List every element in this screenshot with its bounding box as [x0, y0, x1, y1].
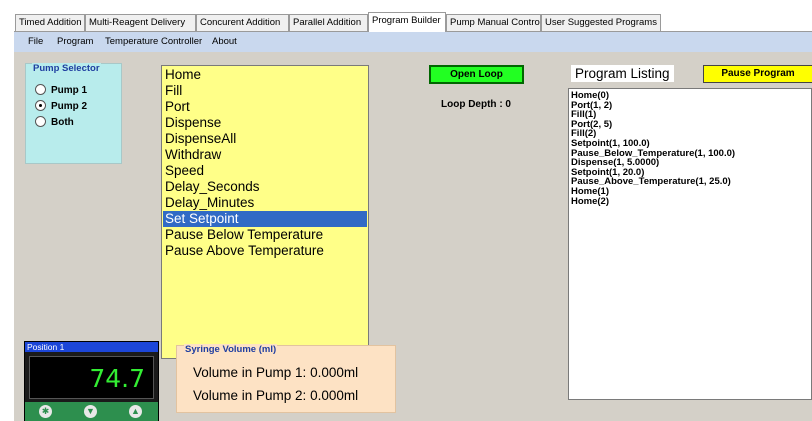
- menu-program[interactable]: Program: [57, 36, 93, 47]
- list-item[interactable]: Pause Below Temperature: [163, 227, 367, 243]
- radio-pump-2[interactable]: Pump 2: [35, 100, 87, 113]
- tab-multi-reagent-delivery[interactable]: Multi-Reagent Delivery: [85, 14, 196, 31]
- list-item[interactable]: Delay_Minutes: [163, 195, 367, 211]
- list-item[interactable]: DispenseAll: [163, 131, 367, 147]
- volume-pump-2: Volume in Pump 2: 0.000ml: [193, 388, 359, 403]
- list-item[interactable]: Dispense: [163, 115, 367, 131]
- asterisk-icon[interactable]: ✱: [39, 405, 52, 418]
- tab-strip: Timed Addition Multi-Reagent Delivery Co…: [14, 12, 812, 32]
- pause-program-button[interactable]: Pause Program: [703, 65, 812, 83]
- menu-about[interactable]: About: [212, 36, 237, 47]
- list-item[interactable]: Speed: [163, 163, 367, 179]
- radio-label: Pump 2: [51, 101, 88, 112]
- down-triangle-icon[interactable]: ▼: [84, 405, 97, 418]
- program-builder-panel: File Program Temperature Controller Abou…: [14, 31, 812, 421]
- pump-selector-group: Pump Selector Pump 1 Pump 2 Both: [25, 63, 122, 164]
- command-list[interactable]: Home Fill Port Dispense DispenseAll With…: [161, 65, 369, 359]
- controller-button-bar: ✱ ▼ ▲: [25, 402, 158, 421]
- menu-bar: File Program Temperature Controller Abou…: [14, 32, 812, 52]
- open-loop-button[interactable]: Open Loop: [429, 65, 524, 84]
- radio-pump-1[interactable]: Pump 1: [35, 84, 87, 97]
- tab-user-suggested-programs[interactable]: User Suggested Programs: [541, 14, 661, 31]
- radio-button-icon[interactable]: [35, 116, 46, 127]
- syringe-volume-group: Syringe Volume (ml) Volume in Pump 1: 0.…: [176, 344, 396, 413]
- volume-pump-1: Volume in Pump 1: 0.000ml: [193, 365, 359, 380]
- tab-pump-manual-control[interactable]: Pump Manual Control: [446, 14, 541, 31]
- list-item[interactable]: Pause Above Temperature: [163, 243, 367, 259]
- syringe-volume-title: Syringe Volume (ml): [184, 344, 278, 355]
- program-listing-box[interactable]: Home(0) Port(1, 2) Fill(1) Port(2, 5) Fi…: [568, 88, 812, 400]
- tab-parallel-addition[interactable]: Parallel Addition: [289, 14, 368, 31]
- list-item[interactable]: Withdraw: [163, 147, 367, 163]
- loop-depth-label: Loop Depth : 0: [441, 99, 511, 110]
- list-item[interactable]: Delay_Seconds: [163, 179, 367, 195]
- radio-both[interactable]: Both: [35, 116, 74, 129]
- temperature-readout: 74.7: [89, 364, 145, 393]
- list-item[interactable]: Fill: [163, 83, 367, 99]
- radio-label: Pump 1: [51, 85, 88, 96]
- radio-button-icon[interactable]: [35, 84, 46, 95]
- program-line: Home(2): [571, 195, 610, 207]
- pump-selector-title: Pump Selector: [32, 63, 101, 74]
- list-item[interactable]: Home: [163, 67, 367, 83]
- tab-timed-addition[interactable]: Timed Addition: [15, 14, 85, 31]
- list-item-selected[interactable]: Set Setpoint: [163, 211, 367, 227]
- radio-label: Both: [51, 117, 74, 128]
- tab-program-builder[interactable]: Program Builder: [368, 12, 446, 32]
- program-listing-title: Program Listing: [571, 65, 674, 82]
- controller-title: Position 1: [25, 342, 158, 352]
- up-triangle-icon[interactable]: ▲: [129, 405, 142, 418]
- menu-temperature-controller[interactable]: Temperature Controller: [105, 36, 202, 47]
- radio-button-checked-icon[interactable]: [35, 100, 46, 111]
- temperature-controller-widget: Position 1 74.7 ✱ ▼ ▲: [24, 341, 159, 421]
- menu-file[interactable]: File: [28, 36, 43, 47]
- controller-display: 74.7: [29, 356, 154, 399]
- list-item[interactable]: Port: [163, 99, 367, 115]
- tab-concurent-addition[interactable]: Concurent Addition: [196, 14, 289, 31]
